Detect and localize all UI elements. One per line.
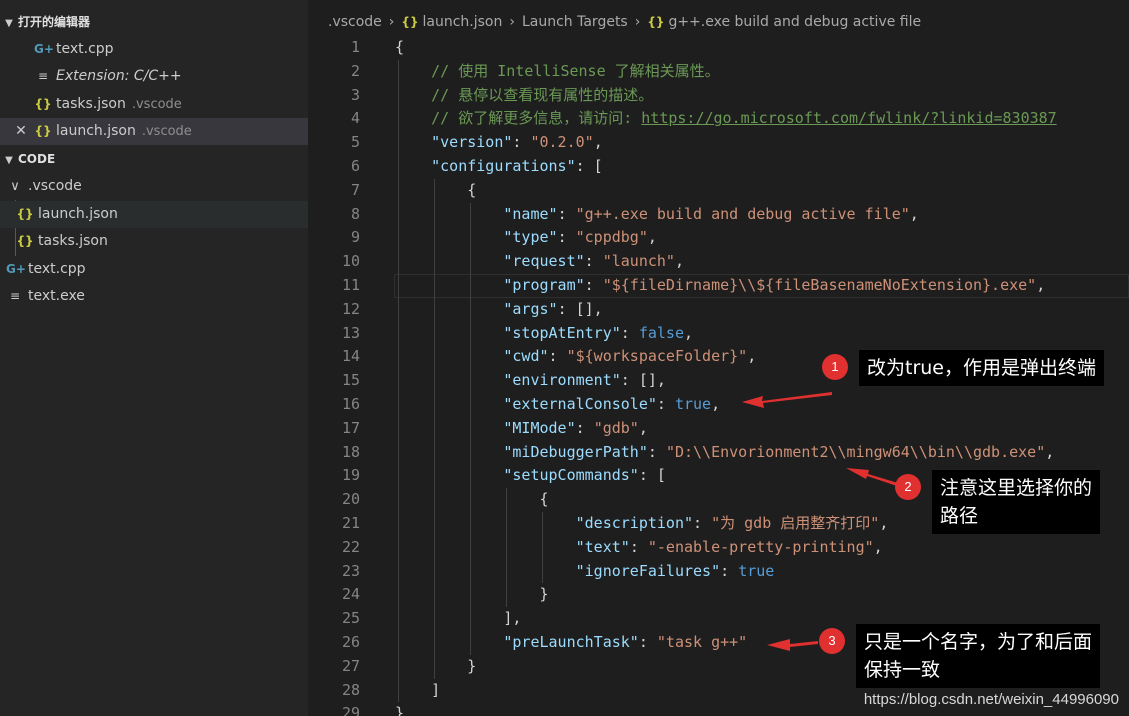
arrow-3: [767, 639, 818, 651]
annotation-badge-1: 1: [822, 354, 848, 380]
arrow-1: [742, 392, 832, 408]
annotation-badge-3: 3: [819, 628, 845, 654]
arrow-2: [846, 468, 898, 486]
annotation-note-3: 只是一个名字，为了和后面 保持一致: [856, 624, 1101, 688]
watermark: https://blog.csdn.net/weixin_44996090: [863, 691, 1119, 708]
annotation-note-1: 改为true，作用是弹出终端: [859, 350, 1104, 386]
annotation-note-2: 注意这里选择你的 路径: [932, 470, 1101, 534]
annotation-badge-2: 2: [895, 474, 921, 500]
